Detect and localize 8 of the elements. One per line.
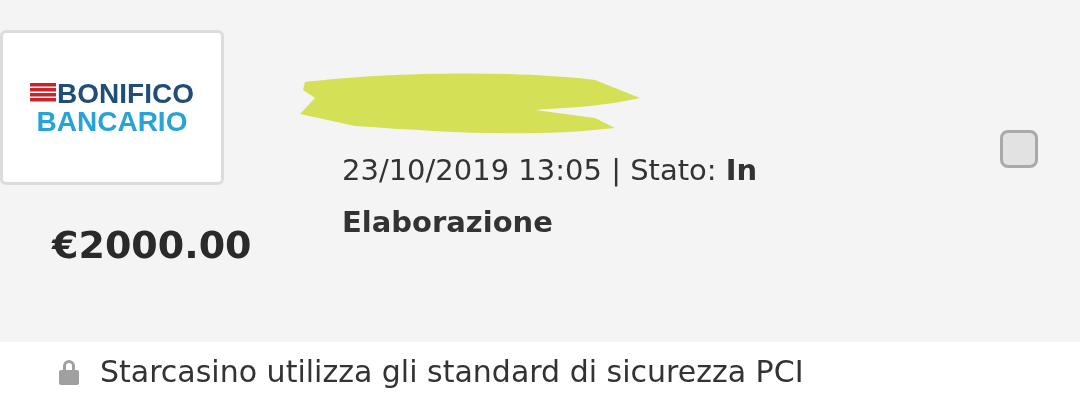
stripes-icon <box>30 82 57 105</box>
logo-text: BONIFICO <box>57 79 194 108</box>
security-note: Starcasino utilizza gli standard di sicurezza PCI <box>100 354 804 389</box>
logo-text: BANCARIO <box>36 107 188 136</box>
checkbox[interactable] <box>1000 130 1038 168</box>
transaction-details: 23/10/2019 13:05 | Stato: In Elaborazione <box>342 152 759 241</box>
lock-icon <box>58 358 80 385</box>
amount: €2000.00 <box>52 223 253 267</box>
